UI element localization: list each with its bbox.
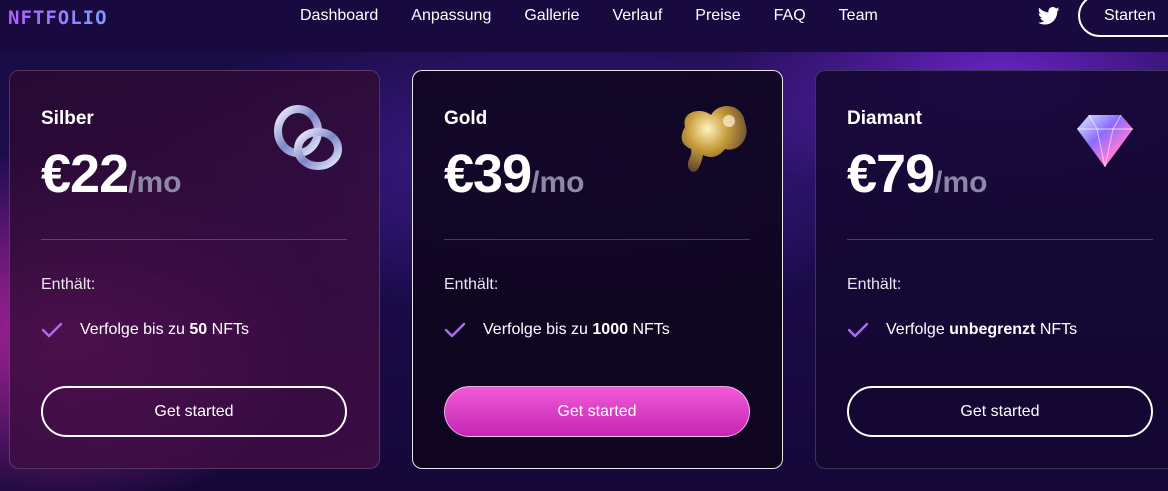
- plan-period: /mo: [934, 166, 988, 199]
- contains-label: Enthält:: [41, 276, 96, 293]
- plan-card-diamant: Diamant €79/mo Enthält: Verfolge unbegre…: [815, 70, 1168, 469]
- feature-item: Verfolge bis zu 50 NFTs: [41, 321, 249, 339]
- main-nav: Dashboard Anpassung Gallerie Verlauf Pre…: [300, 7, 911, 25]
- plan-name: Silber: [41, 108, 94, 129]
- divider: [41, 239, 347, 240]
- divider: [847, 239, 1153, 240]
- plan-name: Diamant: [847, 108, 922, 129]
- nav-gallerie[interactable]: Gallerie: [524, 7, 579, 25]
- nav-faq[interactable]: FAQ: [774, 7, 806, 25]
- nav-dashboard[interactable]: Dashboard: [300, 7, 378, 25]
- plan-card-silber: Silber €22/mo Enthält: Verfolge bis zu 5…: [9, 70, 380, 469]
- nav-team[interactable]: Team: [839, 7, 878, 25]
- get-started-button[interactable]: Get started: [847, 386, 1153, 437]
- get-started-button[interactable]: Get started: [444, 386, 750, 437]
- check-icon: [847, 322, 869, 338]
- plan-period: /mo: [531, 166, 585, 199]
- silver-rings-icon: [274, 105, 342, 170]
- check-icon: [41, 322, 63, 338]
- twitter-icon[interactable]: [1038, 7, 1060, 25]
- nav-anpassung[interactable]: Anpassung: [411, 7, 491, 25]
- contains-label: Enthält:: [444, 276, 499, 293]
- logo[interactable]: NFTFOLIO: [8, 7, 108, 29]
- feature-item: Verfolge unbegrenzt NFTs: [847, 321, 1077, 339]
- top-navbar: NFTFOLIO Dashboard Anpassung Gallerie Ve…: [0, 0, 1168, 52]
- nav-preise[interactable]: Preise: [695, 7, 740, 25]
- plan-card-gold: Gold €39/mo Enthält: Verfolge bis zu 100…: [412, 70, 783, 469]
- diamond-icon: [1077, 114, 1133, 167]
- check-icon: [444, 322, 466, 338]
- contains-label: Enthält:: [847, 276, 902, 293]
- plan-name: Gold: [444, 108, 488, 129]
- start-button[interactable]: Starten: [1078, 0, 1168, 37]
- plan-price: €79/mo: [847, 144, 988, 204]
- plan-period: /mo: [128, 166, 182, 199]
- feature-item: Verfolge bis zu 1000 NFTs: [444, 321, 670, 339]
- get-started-button[interactable]: Get started: [41, 386, 347, 437]
- nav-verlauf[interactable]: Verlauf: [612, 7, 662, 25]
- plan-price: €22/mo: [41, 144, 182, 204]
- plan-price: €39/mo: [444, 144, 585, 204]
- gold-blob-icon: [681, 105, 747, 172]
- divider: [444, 239, 750, 240]
